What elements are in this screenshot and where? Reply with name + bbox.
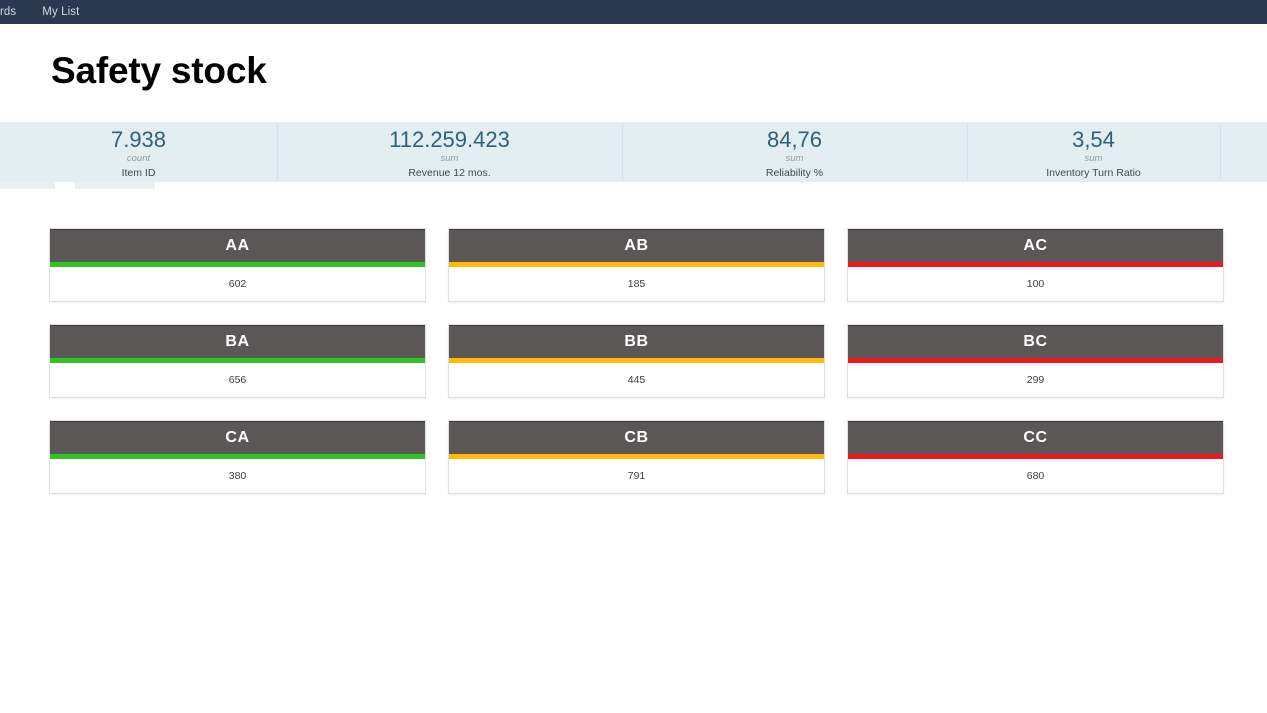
safety-stock-card[interactable]: AA 602 xyxy=(49,228,426,302)
card-value: 602 xyxy=(228,278,247,290)
card-title: BA xyxy=(225,333,250,350)
card-header: AA xyxy=(50,229,425,262)
kpi-value: 112.259.423 xyxy=(389,127,510,152)
card-value: 656 xyxy=(228,374,247,386)
card-value: 299 xyxy=(1026,374,1045,386)
card-value: 680 xyxy=(1026,470,1045,482)
kpi-aggregation: count xyxy=(126,153,151,164)
safety-stock-card[interactable]: BC 299 xyxy=(847,324,1224,398)
card-value: 185 xyxy=(627,278,646,290)
safety-stock-card[interactable]: AC 100 xyxy=(847,228,1224,302)
nav-item-dashboards[interactable]: hboards xyxy=(0,0,16,24)
strip-artifact-left xyxy=(0,182,55,189)
kpi-label: Inventory Turn Ratio xyxy=(1046,167,1141,179)
kpi-label: Item ID xyxy=(121,167,156,179)
safety-stock-card[interactable]: CB 791 xyxy=(448,420,825,494)
card-title: CC xyxy=(1023,429,1048,446)
strip-artifact-right xyxy=(75,182,155,189)
kpi-card-inventory-turn-ratio[interactable]: 3,54 sum Inventory Turn Ratio xyxy=(967,122,1220,182)
card-value: 380 xyxy=(228,470,247,482)
card-header: BC xyxy=(848,325,1223,358)
safety-stock-card[interactable]: AB 185 xyxy=(448,228,825,302)
kpi-strip: 7.938 count Item ID 112.259.423 sum Reve… xyxy=(0,122,1267,182)
card-header: CA xyxy=(50,421,425,454)
card-body: 791 xyxy=(449,459,824,493)
card-title: AB xyxy=(624,237,649,254)
card-body: 185 xyxy=(449,267,824,301)
card-value: 445 xyxy=(627,374,646,386)
card-body: 445 xyxy=(449,363,824,397)
safety-stock-card[interactable]: CC 680 xyxy=(847,420,1224,494)
kpi-label: Reliability % xyxy=(765,167,824,179)
kpi-card-item-id[interactable]: 7.938 count Item ID xyxy=(0,122,277,182)
card-body: 100 xyxy=(848,267,1223,301)
kpi-value: 7.938 xyxy=(110,127,167,152)
card-header: AB xyxy=(449,229,824,262)
kpi-label: Revenue 12 mos. xyxy=(408,167,491,179)
kpi-aggregation: sum xyxy=(440,153,459,164)
card-title: CA xyxy=(225,429,250,446)
safety-stock-card[interactable]: BA 656 xyxy=(49,324,426,398)
card-body: 656 xyxy=(50,363,425,397)
card-body: 602 xyxy=(50,267,425,301)
card-value: 100 xyxy=(1026,278,1045,290)
safety-stock-card[interactable]: BB 445 xyxy=(448,324,825,398)
kpi-strip-trailing-space xyxy=(1220,122,1267,182)
nav-item-my-list[interactable]: My List xyxy=(42,0,79,24)
card-body: 380 xyxy=(50,459,425,493)
card-value: 791 xyxy=(627,470,646,482)
kpi-aggregation: sum xyxy=(1084,153,1103,164)
card-title: AA xyxy=(225,237,250,254)
kpi-value: 3,54 xyxy=(1072,127,1115,152)
top-navigation-bar: hboards My List xyxy=(0,0,1267,24)
card-header: BA xyxy=(50,325,425,358)
card-header: AC xyxy=(848,229,1223,262)
card-title: CB xyxy=(624,429,649,446)
card-title: AC xyxy=(1023,237,1048,254)
card-title: BB xyxy=(624,333,649,350)
page-title: Safety stock xyxy=(51,50,267,91)
kpi-card-revenue-12-mos[interactable]: 112.259.423 sum Revenue 12 mos. xyxy=(277,122,622,182)
card-body: 680 xyxy=(848,459,1223,493)
card-title: BC xyxy=(1023,333,1048,350)
card-header: CB xyxy=(449,421,824,454)
card-header: CC xyxy=(848,421,1223,454)
card-header: BB xyxy=(449,325,824,358)
card-body: 299 xyxy=(848,363,1223,397)
kpi-aggregation: sum xyxy=(785,153,804,164)
kpi-card-reliability-percent[interactable]: 84,76 sum Reliability % xyxy=(622,122,967,182)
safety-stock-card-grid: AA 602 AB 185 AC 100 BA 656 BB 445 BC 299 CA 380 CB 791… xyxy=(49,228,1225,494)
safety-stock-card[interactable]: CA 380 xyxy=(49,420,426,494)
kpi-value: 84,76 xyxy=(766,127,823,152)
